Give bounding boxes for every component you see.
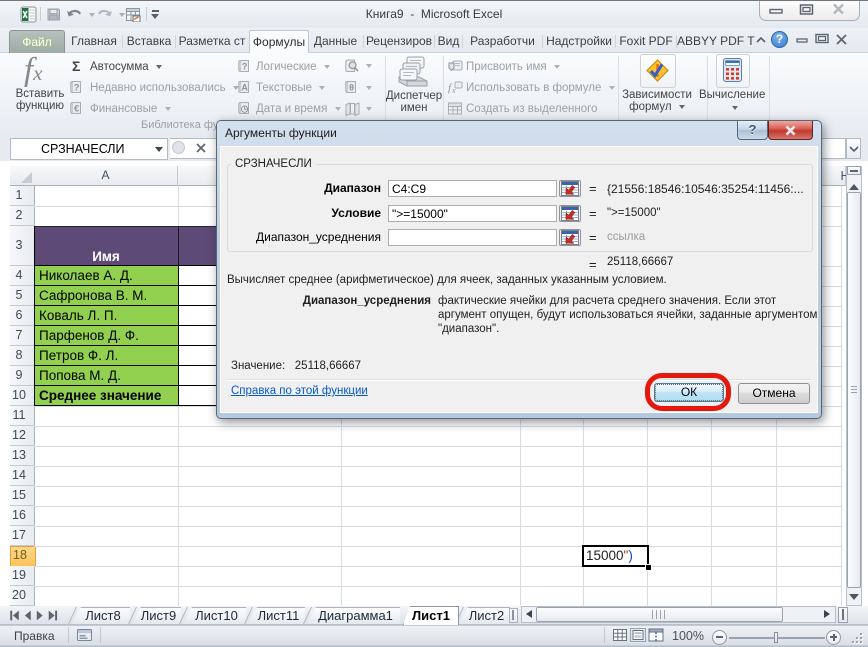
svg-text:◷: ◷ bbox=[241, 104, 249, 114]
svg-text:А: А bbox=[241, 83, 248, 93]
svg-text:θ: θ bbox=[349, 83, 354, 93]
svg-text:€: € bbox=[74, 104, 79, 114]
svg-text:?: ? bbox=[74, 83, 80, 93]
svg-text:?: ? bbox=[242, 62, 248, 72]
